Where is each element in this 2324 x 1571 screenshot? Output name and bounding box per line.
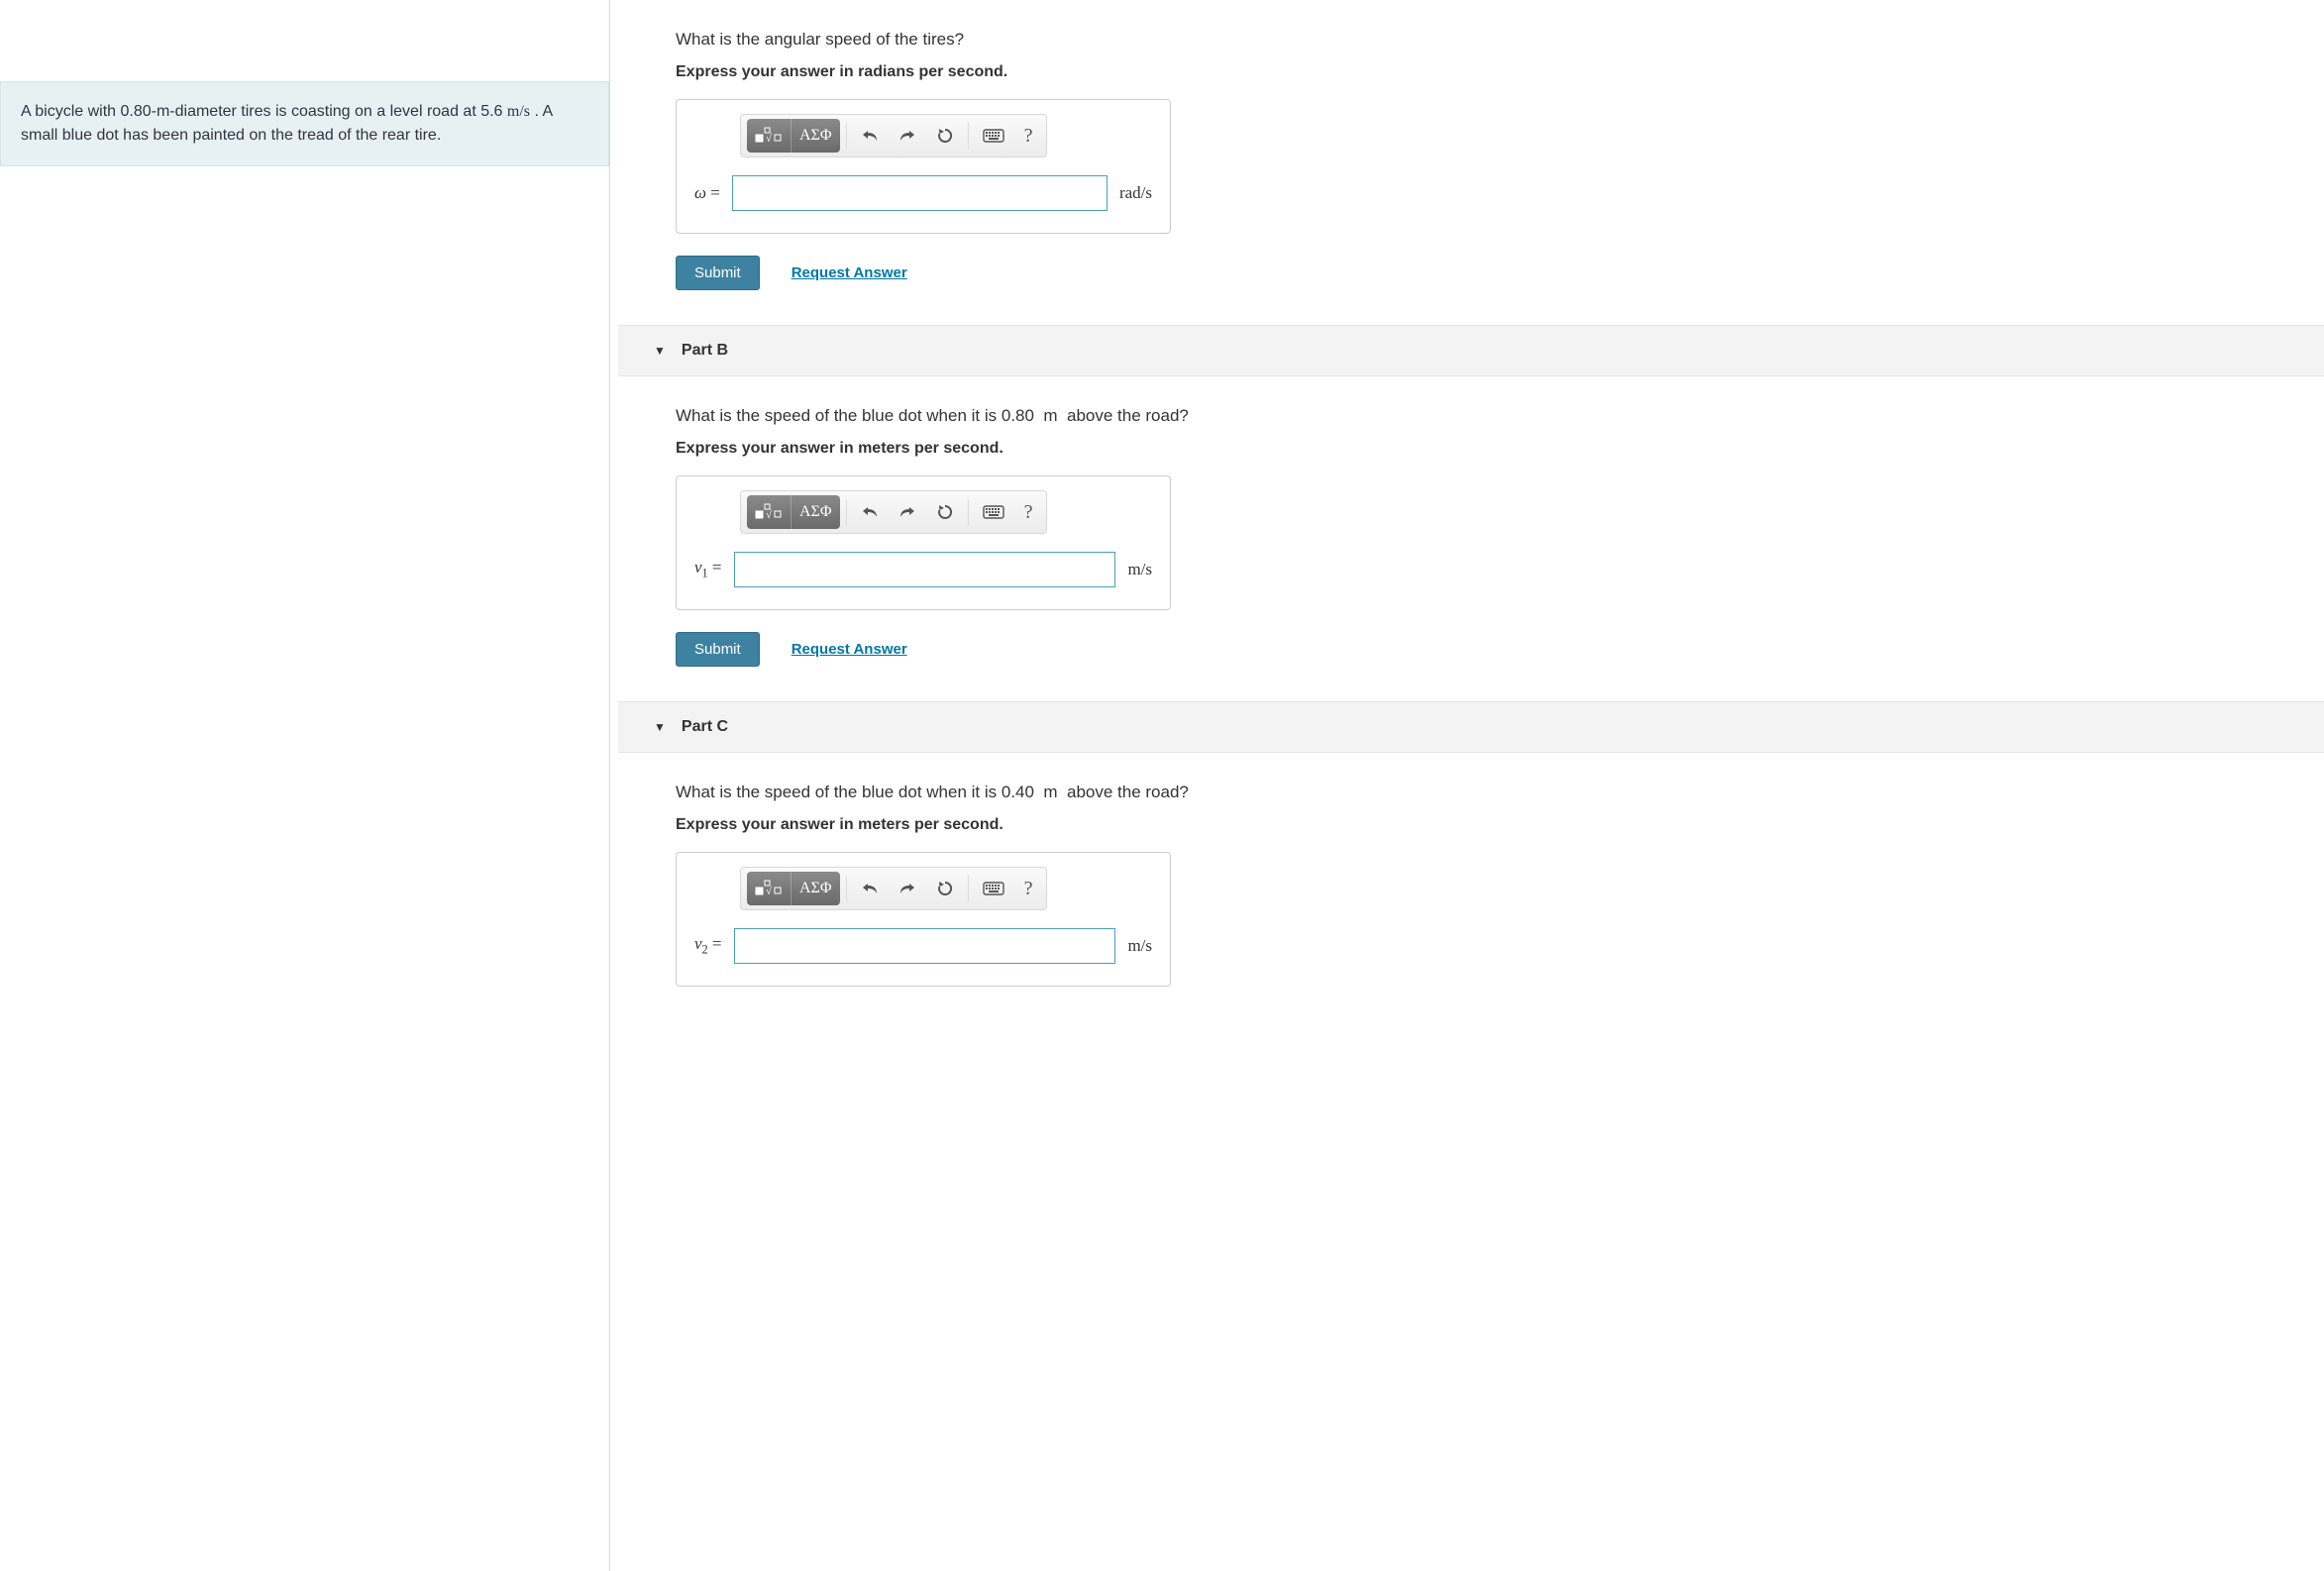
help-button[interactable]: ? <box>1016 872 1041 905</box>
reset-button[interactable] <box>928 119 962 153</box>
svg-text:√: √ <box>766 886 773 897</box>
undo-button[interactable] <box>853 872 887 905</box>
templates-button[interactable]: √ <box>747 495 792 529</box>
part-b-content: What is the speed of the blue dot when i… <box>618 376 2324 701</box>
redo-button[interactable] <box>891 119 924 153</box>
unit-label: m/s <box>1127 936 1152 956</box>
keyboard-button[interactable] <box>975 495 1012 529</box>
reset-button[interactable] <box>928 872 962 905</box>
reset-button[interactable] <box>928 495 962 529</box>
question-text: What is the speed of the blue dot when i… <box>676 783 2284 802</box>
equation-toolbar: √ ΑΣΦ <box>740 114 1047 157</box>
answer-box: √ ΑΣΦ <box>676 475 1171 610</box>
part-c-content: What is the speed of the blue dot when i… <box>618 753 2324 996</box>
redo-button[interactable] <box>891 872 924 905</box>
question-text: What is the speed of the blue dot when i… <box>676 406 2284 426</box>
part-b-header[interactable]: ▼ Part B <box>618 325 2324 376</box>
answer-box: √ ΑΣΦ <box>676 99 1171 234</box>
equation-toolbar: √ ΑΣΦ <box>740 867 1047 910</box>
request-answer-link[interactable]: Request Answer <box>792 641 907 658</box>
answer-panel: What is the angular speed of the tires? … <box>618 0 2324 1571</box>
answer-input[interactable] <box>734 552 1116 587</box>
answer-input[interactable] <box>734 928 1116 964</box>
instruction-text: Express your answer in meters per second… <box>676 816 2284 834</box>
variable-label: ω = <box>694 183 720 203</box>
keyboard-button[interactable] <box>975 872 1012 905</box>
greek-symbols-button[interactable]: ΑΣΦ <box>792 119 840 153</box>
part-title: Part C <box>682 718 728 736</box>
keyboard-button[interactable] <box>975 119 1012 153</box>
part-title: Part B <box>682 342 728 360</box>
instruction-text: Express your answer in meters per second… <box>676 440 2284 458</box>
unit-label: m/s <box>1127 560 1152 579</box>
templates-button[interactable]: √ <box>747 872 792 905</box>
instruction-text: Express your answer in radians per secon… <box>676 63 2284 81</box>
variable-label: v2 = <box>694 934 722 957</box>
help-button[interactable]: ? <box>1016 495 1041 529</box>
greek-symbols-button[interactable]: ΑΣΦ <box>792 872 840 905</box>
help-button[interactable]: ? <box>1016 119 1041 153</box>
undo-button[interactable] <box>853 119 887 153</box>
submit-button[interactable]: Submit <box>676 632 760 667</box>
part-c-header[interactable]: ▼ Part C <box>618 701 2324 753</box>
question-text: What is the angular speed of the tires? <box>676 30 2284 50</box>
variable-label: v1 = <box>694 558 722 580</box>
equation-toolbar: √ ΑΣΦ <box>740 490 1047 534</box>
redo-button[interactable] <box>891 495 924 529</box>
part-a-content: What is the angular speed of the tires? … <box>618 0 2324 325</box>
chevron-down-icon: ▼ <box>654 344 666 358</box>
undo-button[interactable] <box>853 495 887 529</box>
request-answer-link[interactable]: Request Answer <box>792 264 907 281</box>
templates-button[interactable]: √ <box>747 119 792 153</box>
submit-button[interactable]: Submit <box>676 256 760 290</box>
unit-label: rad/s <box>1119 183 1152 203</box>
problem-panel: A bicycle with 0.80-m-diameter tires is … <box>0 0 609 1571</box>
vertical-divider <box>609 0 610 1571</box>
problem-statement: A bicycle with 0.80-m-diameter tires is … <box>0 81 609 166</box>
answer-box: √ ΑΣΦ <box>676 852 1171 987</box>
svg-text:√: √ <box>766 133 773 145</box>
answer-input[interactable] <box>732 175 1108 211</box>
greek-symbols-button[interactable]: ΑΣΦ <box>792 495 840 529</box>
svg-text:√: √ <box>766 509 773 521</box>
chevron-down-icon: ▼ <box>654 720 666 734</box>
